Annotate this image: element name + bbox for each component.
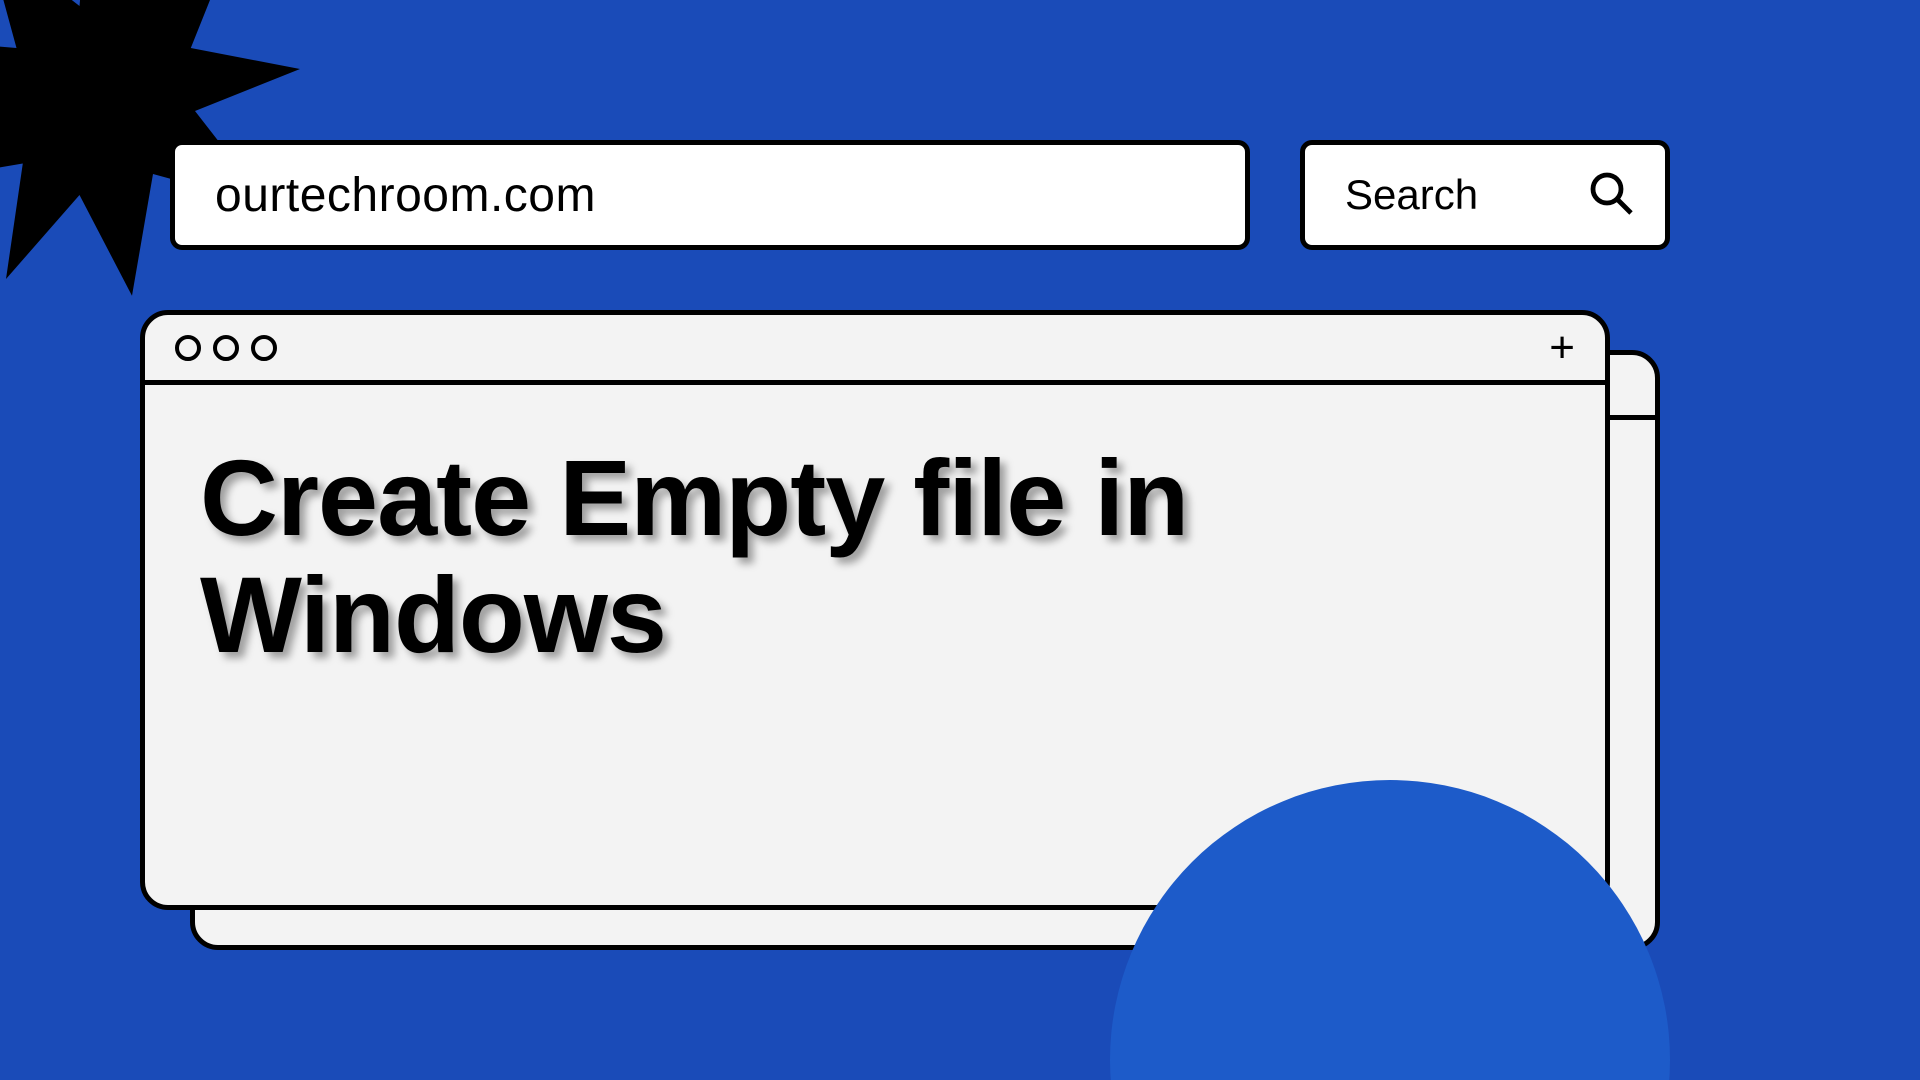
- traffic-dot-icon: [213, 335, 239, 361]
- search-label: Search: [1345, 171, 1478, 219]
- url-bar[interactable]: ourtechroom.com: [170, 140, 1250, 250]
- window-titlebar: +: [145, 315, 1605, 385]
- url-bar-text: ourtechroom.com: [215, 168, 596, 223]
- traffic-dot-icon: [175, 335, 201, 361]
- traffic-lights: [175, 335, 277, 361]
- search-icon: [1587, 169, 1635, 222]
- plus-icon[interactable]: +: [1549, 326, 1575, 370]
- traffic-dot-icon: [251, 335, 277, 361]
- search-box[interactable]: Search: [1300, 140, 1670, 250]
- headline-text: Create Empty file in Windows: [200, 440, 1550, 673]
